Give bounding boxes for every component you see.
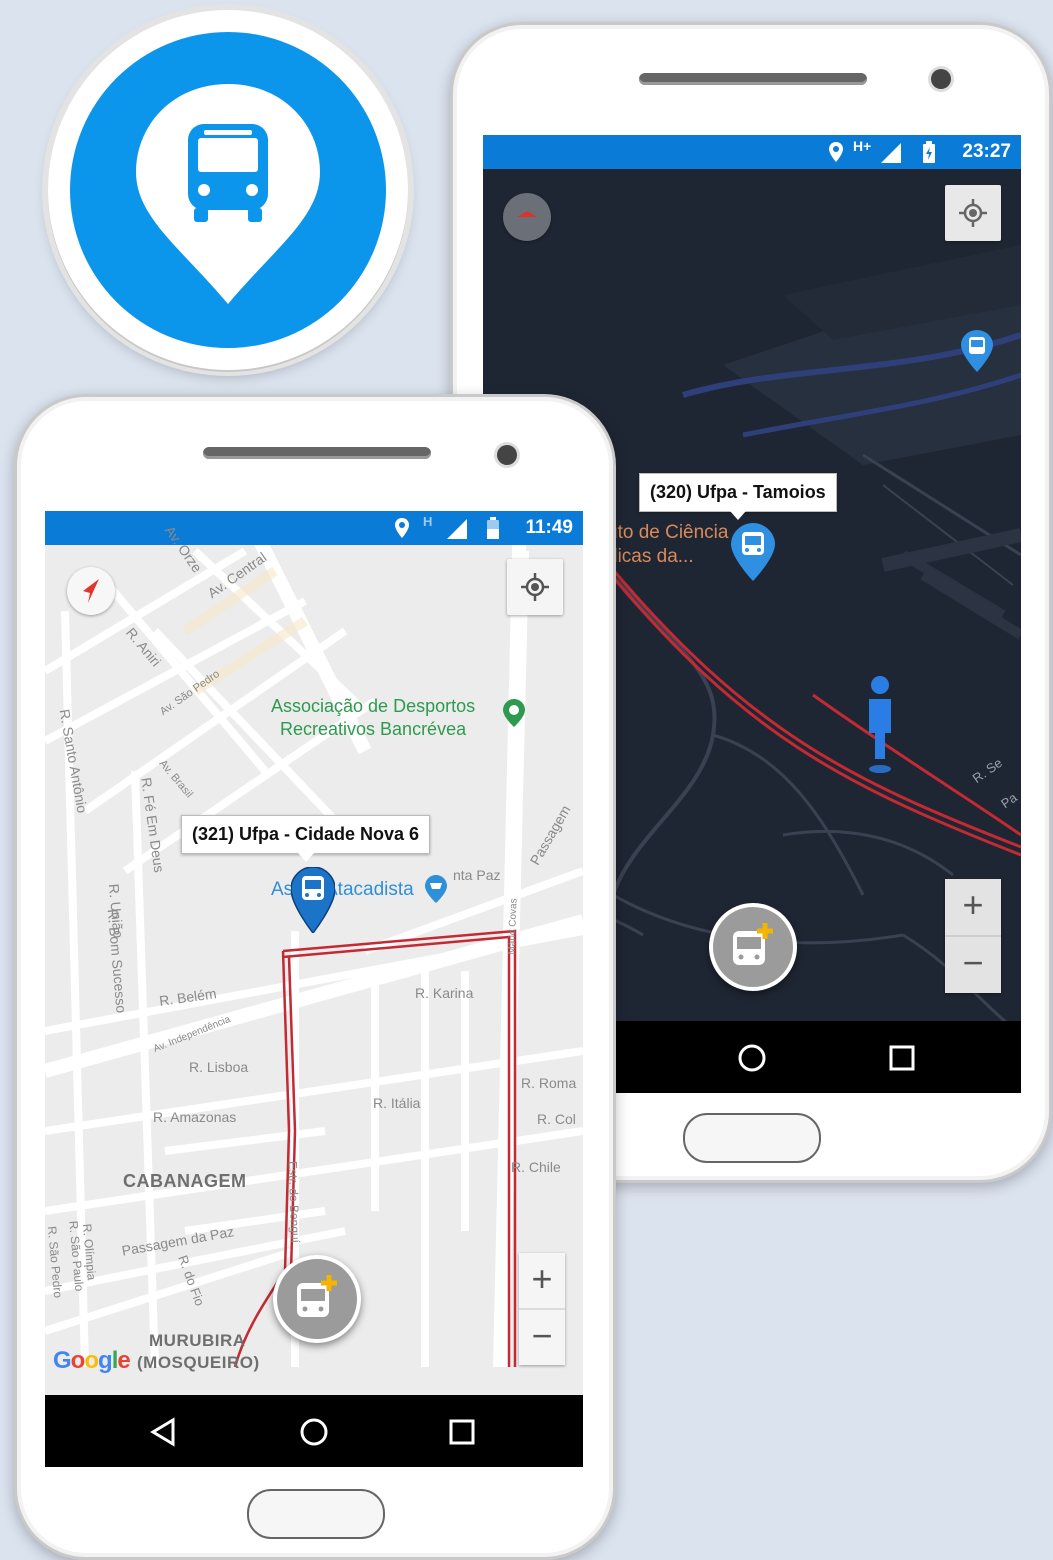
crosshair-icon bbox=[959, 199, 987, 227]
back-status-bar: H+ 23:27 bbox=[483, 135, 1021, 169]
street-label: nta Paz bbox=[453, 867, 501, 883]
status-time: 23:27 bbox=[962, 141, 1011, 162]
poi-line-2: dicas da... bbox=[607, 546, 694, 567]
zoom-controls: + − bbox=[519, 1253, 565, 1365]
district-cabanagem: CABANAGEM bbox=[123, 1171, 247, 1191]
sports-poi-icon[interactable] bbox=[503, 699, 525, 727]
street-label: R. Roma bbox=[521, 1075, 577, 1091]
bus-add-fab[interactable] bbox=[709, 903, 797, 991]
zoom-in-button[interactable]: + bbox=[519, 1253, 565, 1308]
street-label: R. Amazonas bbox=[153, 1109, 237, 1125]
poi-line-1: uto de Ciência bbox=[607, 522, 729, 543]
battery-icon bbox=[487, 517, 499, 544]
bus-tooltip: (320) Ufpa - Tamoios bbox=[639, 473, 837, 520]
front-nav-bar bbox=[45, 1395, 583, 1467]
front-screen: H 11:49 Av. Orze Av. Central R. Aniri Av… bbox=[45, 511, 583, 1467]
person-icon bbox=[869, 676, 891, 773]
compass-icon bbox=[83, 579, 99, 603]
my-location-button[interactable] bbox=[945, 185, 1001, 241]
bus-add-icon bbox=[297, 1275, 337, 1317]
light-map[interactable] bbox=[45, 511, 583, 1367]
my-location-button[interactable] bbox=[507, 559, 563, 615]
status-time: 11:49 bbox=[525, 517, 573, 538]
home-nav-icon[interactable] bbox=[737, 1043, 767, 1073]
signal-icon bbox=[447, 519, 467, 544]
bus-add-fab[interactable] bbox=[273, 1255, 361, 1343]
street-label: R. Karina bbox=[415, 985, 474, 1001]
zoom-out-button[interactable]: − bbox=[519, 1310, 565, 1365]
phone-speaker bbox=[203, 447, 431, 459]
battery-icon bbox=[923, 141, 935, 168]
poi-line-2: Recreativos Bancrévea bbox=[280, 719, 467, 739]
zoom-in-button[interactable]: + bbox=[945, 879, 1001, 935]
phone-camera bbox=[497, 445, 517, 465]
zoom-controls: + − bbox=[945, 879, 1001, 993]
app-icon bbox=[48, 10, 408, 370]
bus-location-pin-icon bbox=[136, 84, 320, 304]
phone-front: H 11:49 Av. Orze Av. Central R. Aniri Av… bbox=[14, 394, 616, 1560]
google-logo: Google bbox=[53, 1347, 131, 1374]
bus-marker-selected-icon[interactable] bbox=[731, 523, 775, 581]
bus-add-icon bbox=[733, 923, 773, 965]
home-nav-icon[interactable] bbox=[299, 1417, 329, 1447]
poi-atacadista-prefix: As bbox=[271, 879, 294, 900]
bus-marker-icon[interactable] bbox=[961, 330, 993, 372]
street-label: R. Chile bbox=[511, 1159, 561, 1175]
back-nav-icon[interactable] bbox=[149, 1417, 177, 1447]
compass-icon bbox=[517, 211, 537, 217]
phone-camera bbox=[931, 69, 951, 89]
zoom-out-button[interactable]: − bbox=[945, 937, 1001, 993]
poi-label: uto de Ciência dicas da... bbox=[607, 521, 728, 569]
phone-home-button bbox=[683, 1113, 821, 1163]
phone-home-button bbox=[247, 1489, 385, 1539]
recents-nav-icon[interactable] bbox=[449, 1419, 475, 1445]
recents-nav-icon[interactable] bbox=[889, 1045, 915, 1071]
district-murubira: MURUBIRA bbox=[149, 1331, 246, 1350]
location-icon bbox=[395, 518, 409, 543]
crosshair-icon bbox=[521, 573, 549, 601]
street-label: R. Col bbox=[537, 1111, 576, 1127]
network-type: H bbox=[423, 514, 433, 529]
compass-button[interactable] bbox=[67, 567, 115, 615]
front-status-bar: H 11:49 bbox=[45, 511, 583, 545]
shopping-poi-icon[interactable] bbox=[425, 875, 447, 903]
street-label: Mário Covas bbox=[506, 898, 520, 955]
poi-association[interactable]: Associação de Desportos Recreativos Banc… bbox=[271, 695, 475, 741]
street-label: Estr. do Benguí bbox=[285, 1160, 303, 1244]
district-mosqueiro: (MOSQUEIRO) bbox=[137, 1353, 260, 1372]
phone-speaker bbox=[639, 73, 867, 85]
app-icon-background bbox=[70, 32, 386, 348]
signal-icon bbox=[881, 143, 901, 168]
poi-line-1: Associação de Desportos bbox=[271, 696, 476, 716]
poi-atacadista[interactable]: Atacadista bbox=[325, 879, 414, 901]
street-label: R. Itália bbox=[373, 1095, 421, 1111]
compass-button[interactable] bbox=[503, 193, 551, 241]
bus-tooltip: (321) Ufpa - Cidade Nova 6 bbox=[181, 815, 431, 862]
street-label: R. Lisboa bbox=[189, 1059, 249, 1075]
location-icon bbox=[829, 142, 843, 167]
bus-marker-selected-icon[interactable] bbox=[291, 867, 335, 933]
network-type: H+ bbox=[853, 138, 872, 154]
